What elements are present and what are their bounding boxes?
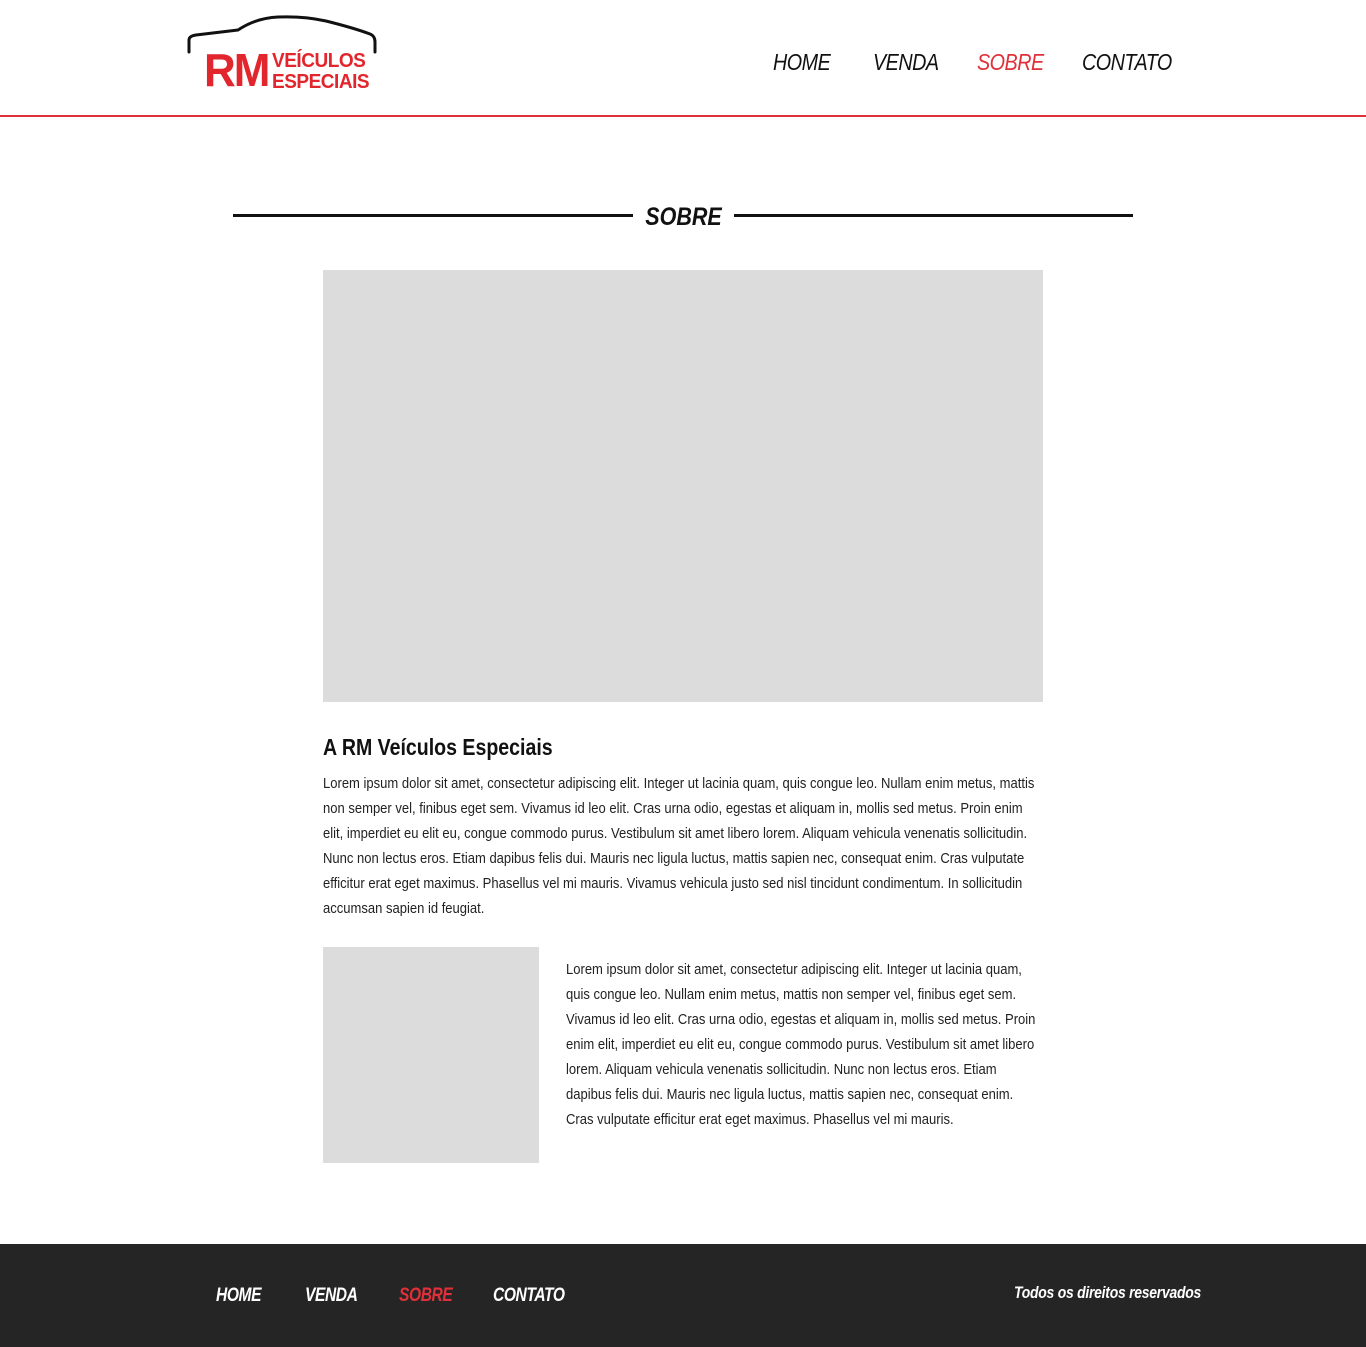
nav-sobre[interactable]: SOBRE (977, 46, 1044, 78)
footer-nav-sobre[interactable]: SOBRE (399, 1281, 453, 1311)
footer-copyright: Todos os direitos reservados (1014, 1283, 1202, 1302)
brand-initials: RM (204, 44, 270, 97)
page-title: SOBRE (645, 203, 722, 231)
title-rule-right (734, 214, 1133, 217)
nav-contato[interactable]: CONTATO (1082, 46, 1172, 78)
side-image-placeholder (323, 947, 539, 1163)
about-paragraph-1: Lorem ipsum dolor sit amet, consectetur … (323, 775, 1035, 917)
footer-nav-home[interactable]: HOME (216, 1281, 262, 1311)
site-footer: HOME VENDA SOBRE CONTATO Todos os direit… (0, 1244, 1366, 1347)
brand-line-1: VEÍCULOS (272, 50, 366, 72)
brand-line-2: ESPECIAIS (272, 71, 370, 93)
brand-logo[interactable]: RM VEÍCULOS ESPECIAIS (186, 14, 378, 96)
footer-nav-venda[interactable]: VENDA (305, 1281, 358, 1311)
hero-image-placeholder (323, 270, 1043, 702)
nav-venda[interactable]: VENDA (873, 46, 939, 78)
about-heading: A RM Veículos Especiais (323, 734, 553, 760)
section-title: SOBRE (233, 199, 1133, 235)
nav-home[interactable]: HOME (773, 46, 831, 78)
about-paragraph-2: Lorem ipsum dolor sit amet, consectetur … (566, 961, 1036, 1128)
footer-nav-contato[interactable]: CONTATO (493, 1281, 565, 1311)
title-rule-left (233, 214, 633, 217)
site-header: RM VEÍCULOS ESPECIAIS HOME VENDA SOBRE C… (0, 0, 1366, 117)
